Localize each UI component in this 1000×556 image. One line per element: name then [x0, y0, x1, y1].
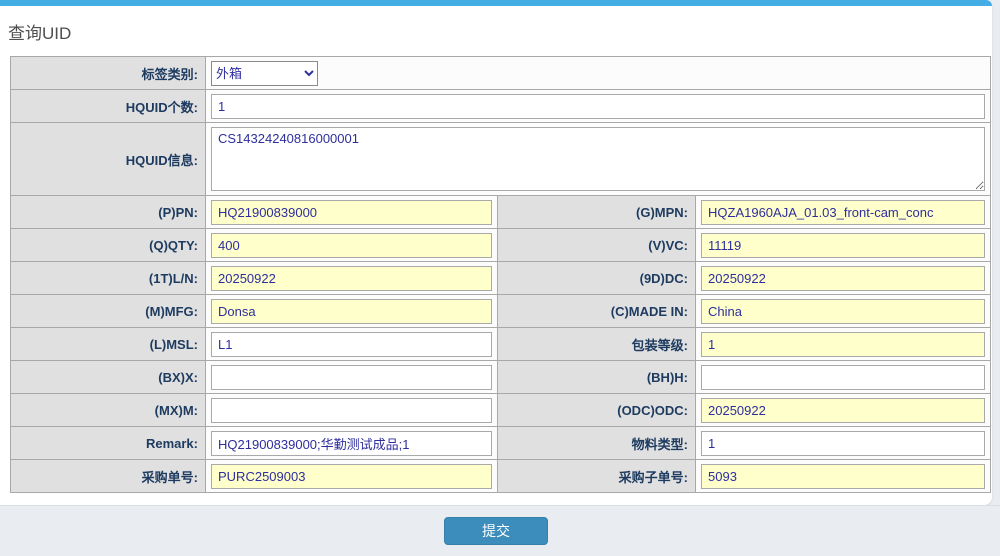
package-level-input[interactable] [701, 332, 985, 357]
bx-label: (BX)X: [11, 361, 206, 394]
mfg-cell [206, 295, 498, 328]
label-category-select[interactable]: 外箱 [211, 61, 318, 86]
remark-input[interactable] [211, 431, 492, 456]
made-in-input[interactable] [701, 299, 985, 324]
hquid-count-input[interactable] [211, 94, 985, 119]
submit-button[interactable]: 提交 [444, 517, 548, 545]
hquid-info-cell [206, 123, 991, 196]
form-row: 采购单号: 采购子单号: [11, 460, 991, 493]
page-title: 查询UID [0, 6, 992, 56]
purchase-order-cell [206, 460, 498, 493]
package-level-cell [696, 328, 991, 361]
form-row: (M)MFG: (C)MADE IN: [11, 295, 991, 328]
msl-label: (L)MSL: [11, 328, 206, 361]
mpn-label: (G)MPN: [498, 196, 696, 229]
pn-cell [206, 196, 498, 229]
pn-label: (P)PN: [11, 196, 206, 229]
form-row: Remark: 物料类型: [11, 427, 991, 460]
qty-cell [206, 229, 498, 262]
mpn-input[interactable] [701, 200, 985, 225]
dc-label: (9D)DC: [498, 262, 696, 295]
mx-input[interactable] [211, 398, 492, 423]
form-row: HQUID个数: [11, 90, 991, 123]
form-row: (Q)QTY: (V)VC: [11, 229, 991, 262]
form-row: 标签类别:外箱 [11, 57, 991, 90]
bh-label: (BH)H: [498, 361, 696, 394]
pn-input[interactable] [211, 200, 492, 225]
package-level-label: 包装等级: [498, 328, 696, 361]
form-row: (BX)X: (BH)H: [11, 361, 991, 394]
purchase-sub-order-cell [696, 460, 991, 493]
purchase-order-label: 采购单号: [11, 460, 206, 493]
mpn-cell [696, 196, 991, 229]
form-row: (MX)M: (ODC)ODC: [11, 394, 991, 427]
odc-input[interactable] [701, 398, 985, 423]
material-type-input[interactable] [701, 431, 985, 456]
dc-input[interactable] [701, 266, 985, 291]
dc-cell [696, 262, 991, 295]
hquid-info-textarea[interactable] [211, 127, 985, 191]
material-type-cell [696, 427, 991, 460]
ln-cell [206, 262, 498, 295]
vc-cell [696, 229, 991, 262]
msl-input[interactable] [211, 332, 492, 357]
vc-label: (V)VC: [498, 229, 696, 262]
form-row: (1T)L/N: (9D)DC: [11, 262, 991, 295]
mfg-input[interactable] [211, 299, 492, 324]
footer-bar: 提交 [0, 505, 992, 556]
remark-label: Remark: [11, 427, 206, 460]
purchase-sub-order-input[interactable] [701, 464, 985, 489]
uid-form-table: 标签类别:外箱HQUID个数:HQUID信息:(P)PN:(G)MPN:(Q)Q… [10, 56, 991, 493]
content-panel: 查询UID 标签类别:外箱HQUID个数:HQUID信息:(P)PN: (G)MP… [0, 0, 992, 505]
hquid-count-label: HQUID个数: [11, 90, 206, 123]
bx-cell [206, 361, 498, 394]
label-category-label: 标签类别: [11, 57, 206, 90]
material-type-label: 物料类型: [498, 427, 696, 460]
odc-label: (ODC)ODC: [498, 394, 696, 427]
hquid-count-cell [206, 90, 991, 123]
ln-label: (1T)L/N: [11, 262, 206, 295]
bx-input[interactable] [211, 365, 492, 390]
mx-label: (MX)M: [11, 394, 206, 427]
ln-input[interactable] [211, 266, 492, 291]
made-in-label: (C)MADE IN: [498, 295, 696, 328]
odc-cell [696, 394, 991, 427]
form-row: (L)MSL: 包装等级: [11, 328, 991, 361]
label-category-cell: 外箱 [206, 57, 991, 90]
made-in-cell [696, 295, 991, 328]
msl-cell [206, 328, 498, 361]
qty-input[interactable] [211, 233, 492, 258]
form-row: (P)PN: (G)MPN: [11, 196, 991, 229]
hquid-info-label: HQUID信息: [11, 123, 206, 196]
purchase-sub-order-label: 采购子单号: [498, 460, 696, 493]
qty-label: (Q)QTY: [11, 229, 206, 262]
mx-cell [206, 394, 498, 427]
bh-cell [696, 361, 991, 394]
bh-input[interactable] [701, 365, 985, 390]
remark-cell [206, 427, 498, 460]
vc-input[interactable] [701, 233, 985, 258]
purchase-order-input[interactable] [211, 464, 492, 489]
form-row: HQUID信息: [11, 123, 991, 196]
mfg-label: (M)MFG: [11, 295, 206, 328]
